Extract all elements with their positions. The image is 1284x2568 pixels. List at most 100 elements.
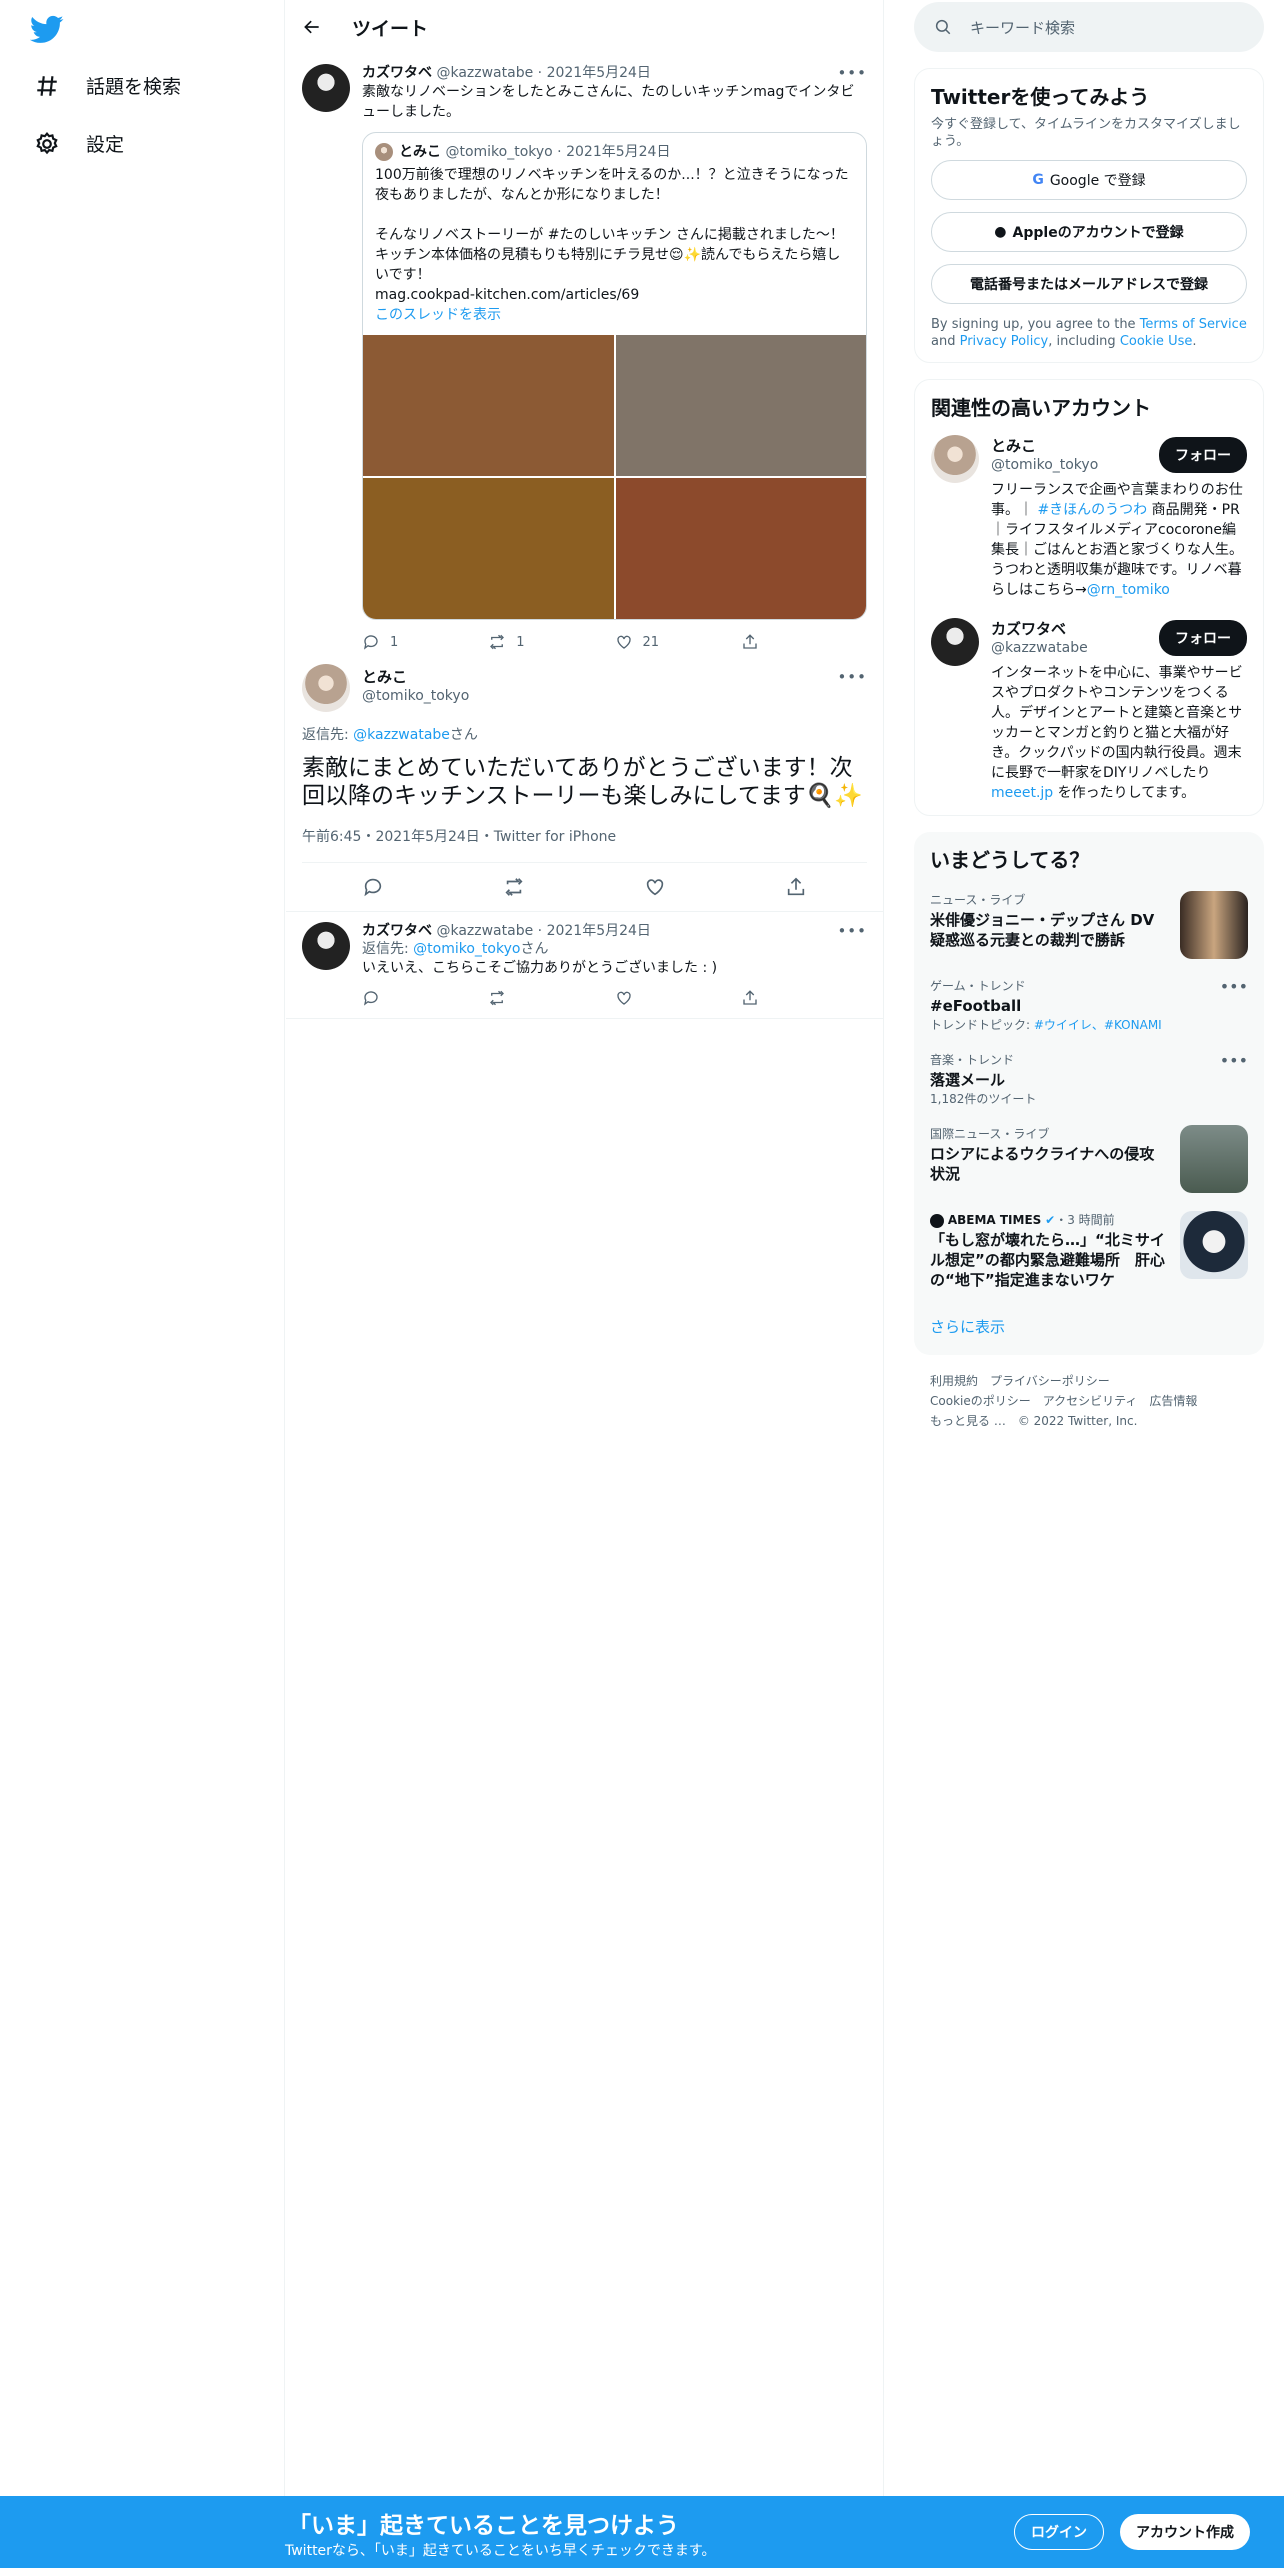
signup-title: Twitterを使ってみよう <box>931 85 1150 109</box>
quote-text-1: 100万前後で理想のリノベキッチンを叶えるのか...！？と泣きそうになった夜もあ… <box>375 167 849 203</box>
author-handle[interactable]: @tomiko_tokyo <box>362 687 867 705</box>
reply-to-link[interactable]: @tomiko_tokyo <box>413 941 520 957</box>
apple-signup-button[interactable]: ● Appleのアカウントで登録 <box>931 212 1247 252</box>
related-account[interactable]: フォロー カズワタベ @kazzwatabe インターネットを中心に、事業やサー… <box>931 618 1247 803</box>
mention-link[interactable]: @rn_tomiko <box>1087 582 1170 598</box>
photo[interactable] <box>615 335 866 476</box>
retweet-icon <box>490 990 505 1006</box>
trend-item[interactable]: ABEMA TIMES ✔・3 時間前 「もし窓が壊れたら…」“北ミサイル想定”… <box>930 1211 1248 1290</box>
trends-box: いまどうしてる？ ニュース・ライブ 米俳優ジョニー・デップさん DV疑惑巡る元妻… <box>914 832 1264 1355</box>
show-more-link[interactable]: さらに表示 <box>930 1316 1248 1337</box>
footer-line[interactable]: Cookieのポリシー アクセシビリティ 広告情報 <box>930 1391 1248 1411</box>
more-icon[interactable]: ••• <box>837 668 867 686</box>
hashtag-link[interactable]: #きほんのうつわ <box>1037 502 1147 518</box>
quote-author-handle: @tomiko_tokyo <box>445 144 553 160</box>
reply-button[interactable] <box>362 989 488 1007</box>
trend-item[interactable]: ••• ゲーム・トレンド #eFootball トレンドトピック: #ウイイレ、… <box>930 977 1248 1033</box>
bio-link[interactable]: meeet.jp <box>991 785 1053 801</box>
parent-tweet[interactable]: ••• カズワタベ @kazzwatabe · 2021年5月24日 素敵なリノ… <box>286 54 883 664</box>
reply-count: 1 <box>390 634 399 650</box>
quote-text-2: そんなリノベストーリーが #たのしいキッチン さんに掲載されました〜！キッチン本… <box>375 227 844 283</box>
photo[interactable] <box>615 478 866 619</box>
author-name[interactable]: カズワタベ <box>362 65 432 81</box>
google-signup-button[interactable]: G Google で登録 <box>931 160 1247 200</box>
terms-link[interactable]: Terms of Service <box>1140 317 1247 332</box>
phone-signup-label: 電話番号またはメールアドレスで登録 <box>970 277 1208 293</box>
terms-text: , including <box>1048 334 1120 349</box>
signup-terms: By signing up, you agree to the Terms of… <box>931 316 1247 350</box>
tweet-actions <box>362 978 867 1018</box>
login-button[interactable]: ログイン <box>1014 2514 1104 2550</box>
privacy-link[interactable]: Privacy Policy <box>960 334 1049 349</box>
bio-text: インターネットを中心に、事業やサービスやプロダクトやコンテンツをつくる人。デザイ… <box>991 665 1243 781</box>
trend-item[interactable]: ニュース・ライブ 米俳優ジョニー・デップさん DV疑惑巡る元妻との裁判で勝訴 <box>930 891 1248 959</box>
reply-to-link[interactable]: @kazzwatabe <box>353 727 450 743</box>
retweet-button[interactable]: 1 <box>488 633 614 651</box>
tweet-date[interactable]: 2021年5月24日 <box>547 65 651 81</box>
share-icon[interactable] <box>785 876 807 898</box>
photo[interactable] <box>363 478 614 619</box>
share-button[interactable] <box>741 633 867 651</box>
footer-line[interactable]: もっと見る … © 2022 Twitter, Inc. <box>930 1411 1248 1431</box>
author-handle[interactable]: @kazzwatabe <box>436 65 533 81</box>
avatar[interactable] <box>931 618 979 666</box>
cookie-link[interactable]: Cookie Use <box>1120 334 1193 349</box>
twitter-logo-icon[interactable] <box>30 12 64 46</box>
signup-button[interactable]: アカウント作成 <box>1120 2514 1250 2550</box>
avatar[interactable] <box>931 435 979 483</box>
trend-label: 音楽・トレンド <box>930 1053 1015 1067</box>
gear-icon <box>36 131 58 154</box>
tweet-date[interactable]: 2021年5月24日 <box>547 923 651 939</box>
follow-button[interactable]: フォロー <box>1159 620 1247 656</box>
nav-explore[interactable]: 話題を検索 <box>34 72 181 99</box>
show-thread-link[interactable]: このスレッドを表示 <box>375 305 854 325</box>
quote-url[interactable]: mag.cookpad-kitchen.com/articles/69 <box>375 285 854 305</box>
nav-settings[interactable]: 設定 <box>34 130 124 157</box>
more-icon[interactable]: ••• <box>1220 1051 1248 1070</box>
more-icon[interactable]: ••• <box>1220 977 1248 996</box>
terms-text: and <box>931 334 960 349</box>
more-icon[interactable]: ••• <box>837 64 867 82</box>
more-icon[interactable]: ••• <box>837 922 867 940</box>
tweet-actions: 1 1 21 <box>362 620 867 664</box>
trend-topics-prefix: トレンドトピック: <box>930 1018 1034 1032</box>
like-button[interactable] <box>615 989 741 1007</box>
retweet-count: 1 <box>516 634 525 650</box>
trend-title: 落選メール <box>930 1071 1006 1089</box>
like-button[interactable]: 21 <box>615 633 741 651</box>
terms-text: By signing up, you agree to the <box>931 317 1140 332</box>
news-time: ・3 時間前 <box>1055 1213 1115 1227</box>
trend-item[interactable]: ••• 音楽・トレンド 落選メール 1,182件のツイート <box>930 1051 1248 1107</box>
retweet-button[interactable] <box>488 989 614 1007</box>
trend-item[interactable]: 国際ニュース・ライブ ロシアによるウクライナへの侵攻状況 <box>930 1125 1248 1193</box>
avatar[interactable] <box>302 922 350 970</box>
footer-line[interactable]: 利用規約 プライバシーポリシー <box>930 1371 1248 1391</box>
heart-icon[interactable] <box>644 876 666 898</box>
reply-icon <box>363 635 378 650</box>
left-sidebar: 話題を検索 設定 <box>0 0 285 2568</box>
author-handle[interactable]: @kazzwatabe <box>436 923 533 939</box>
reply-tweet[interactable]: ••• カズワタベ @kazzwatabe · 2021年5月24日 返信先: … <box>286 912 883 1018</box>
quote-date: 2021年5月24日 <box>566 144 671 160</box>
phone-signup-button[interactable]: 電話番号またはメールアドレスで登録 <box>931 264 1247 304</box>
photo[interactable] <box>363 335 614 476</box>
avatar[interactable] <box>302 64 350 112</box>
trend-topic-links[interactable]: #ウイイレ、#KONAMI <box>1034 1018 1162 1032</box>
avatar <box>375 143 393 161</box>
retweet-icon[interactable] <box>503 876 525 898</box>
quoted-tweet[interactable]: とみこ @tomiko_tokyo · 2021年5月24日 100万前後で理想… <box>362 132 867 620</box>
reply-button[interactable]: 1 <box>362 633 488 651</box>
related-account[interactable]: フォロー とみこ @tomiko_tokyo フリーランスで企画や言葉まわりのお… <box>931 435 1247 600</box>
trend-title: ロシアによるウクライナへの侵攻状況 <box>930 1145 1155 1183</box>
search-input[interactable]: キーワード検索 <box>970 17 1075 38</box>
author-name[interactable]: カズワタベ <box>362 923 432 939</box>
author-name[interactable]: とみこ <box>362 666 867 687</box>
back-arrow-icon[interactable] <box>302 17 322 37</box>
follow-button[interactable]: フォロー <box>1159 437 1247 473</box>
reply-icon[interactable] <box>362 876 384 898</box>
avatar[interactable] <box>302 664 350 712</box>
search-box[interactable]: キーワード検索 <box>914 2 1264 52</box>
share-button[interactable] <box>741 989 867 1007</box>
banner-title: 「いま」起きていることを見つけよう <box>288 2513 679 2539</box>
tweet-timestamp[interactable]: 午前6:45・2021年5月24日・Twitter for iPhone <box>302 828 867 846</box>
